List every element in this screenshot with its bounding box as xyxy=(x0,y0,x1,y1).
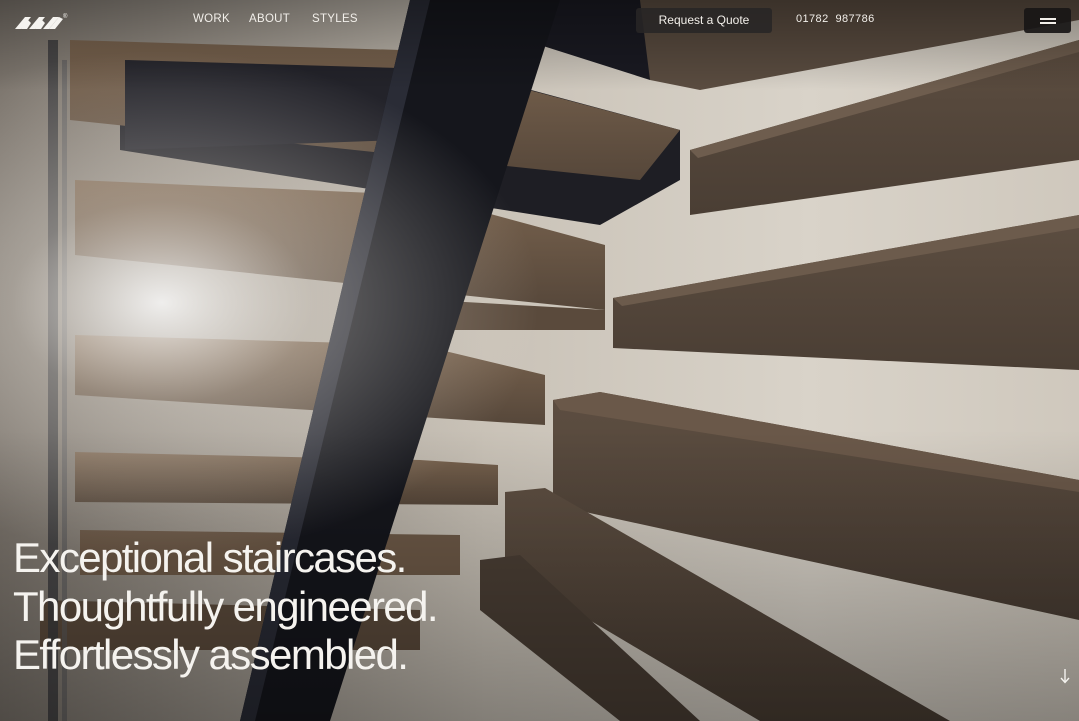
nav-link-about[interactable]: ABOUT xyxy=(249,13,290,25)
headline-line-2: Thoughtfully engineered. xyxy=(13,582,439,630)
stair-chevrons-logo-icon[interactable]: ® xyxy=(13,9,69,35)
hero-headline: Exceptional staircases. Thoughtfully eng… xyxy=(13,534,439,680)
phone-number[interactable]: 01782 987786 xyxy=(796,13,875,25)
hero-section: ® WORK ABOUT STYLES Request a Quote 0178… xyxy=(0,0,1079,721)
nav-link-styles[interactable]: STYLES xyxy=(312,13,358,25)
headline-line-3: Effortlessly assembled. xyxy=(13,631,409,678)
hamburger-menu-icon[interactable] xyxy=(1024,8,1071,33)
arrow-down-icon[interactable] xyxy=(1058,668,1072,684)
nav-link-work[interactable]: WORK xyxy=(193,13,230,25)
registered-mark: ® xyxy=(63,13,68,20)
request-quote-button[interactable]: Request a Quote xyxy=(636,8,772,33)
headline-line-1: Exceptional staircases. xyxy=(13,534,407,581)
